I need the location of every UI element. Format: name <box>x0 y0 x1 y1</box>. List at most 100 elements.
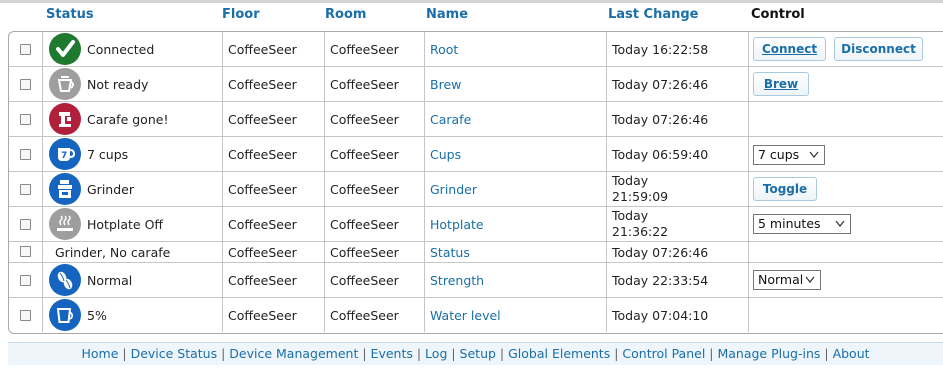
device-name-link[interactable]: Status <box>430 245 470 260</box>
device-name-link[interactable]: Strength <box>430 273 484 288</box>
top-divider <box>0 0 943 3</box>
table-row: Grinder CoffeeSeer CoffeeSeer Grinder To… <box>9 172 943 207</box>
strength-select-value: Normal <box>758 272 804 287</box>
column-header-floor[interactable]: Floor <box>222 7 260 22</box>
hotplate-timer-select[interactable]: 5 minutes <box>753 214 851 234</box>
footer-separator: | <box>118 346 131 361</box>
table-row: Not ready CoffeeSeer CoffeeSeer Brew Tod… <box>9 67 943 102</box>
footer-link-about[interactable]: About <box>833 346 870 361</box>
room-cell: CoffeeSeer <box>330 112 399 127</box>
carafe-icon <box>49 103 81 135</box>
last-change-cell: Today 21:36:22 <box>612 208 668 240</box>
room-cell: CoffeeSeer <box>330 217 399 232</box>
footer-link-global-elements[interactable]: Global Elements <box>508 346 610 361</box>
device-name-link[interactable]: Brew <box>430 77 461 92</box>
last-change-time: 21:59:09 <box>612 189 669 204</box>
last-change-cell: Today 21:59:09 <box>612 173 668 205</box>
room-cell: CoffeeSeer <box>330 245 399 260</box>
table-row: Carafe gone! CoffeeSeer CoffeeSeer Caraf… <box>9 102 943 137</box>
last-change-day: Today <box>612 173 649 188</box>
hotplate-icon <box>49 208 81 240</box>
floor-cell: CoffeeSeer <box>228 147 297 162</box>
disconnect-button[interactable]: Disconnect <box>834 37 923 61</box>
footer-separator: | <box>412 346 426 361</box>
floor-cell: CoffeeSeer <box>228 273 297 288</box>
strength-select[interactable]: Normal <box>753 270 821 290</box>
column-header-room[interactable]: Room <box>325 7 366 22</box>
column-header-status[interactable]: Status <box>46 7 94 22</box>
last-change-cell: Today 07:26:46 <box>612 245 709 260</box>
table-header: Status Floor Room Name Last Change Contr… <box>0 5 943 25</box>
chevron-down-icon <box>809 151 819 158</box>
table-row: Connected CoffeeSeer CoffeeSeer Root Tod… <box>9 32 943 67</box>
last-change-cell: Today 16:22:58 <box>612 42 709 57</box>
footer-separator: | <box>358 346 371 361</box>
footer-link-setup[interactable]: Setup <box>460 346 496 361</box>
svg-text:7: 7 <box>61 151 67 161</box>
room-cell: CoffeeSeer <box>330 77 399 92</box>
floor-cell: CoffeeSeer <box>228 245 297 260</box>
room-cell: CoffeeSeer <box>330 273 399 288</box>
footer-link-device-management[interactable]: Device Management <box>229 346 358 361</box>
last-change-cell: Today 06:59:40 <box>612 147 709 162</box>
footer-link-home[interactable]: Home <box>81 346 118 361</box>
column-header-control: Control <box>751 7 805 22</box>
floor-cell: CoffeeSeer <box>228 112 297 127</box>
row-checkbox[interactable] <box>20 184 31 195</box>
floor-cell: CoffeeSeer <box>228 42 297 57</box>
grinder-icon <box>49 173 81 205</box>
table-row: 5% CoffeeSeer CoffeeSeer Water level Tod… <box>9 298 943 332</box>
connect-button[interactable]: Connect <box>753 37 826 61</box>
row-checkbox[interactable] <box>20 219 31 230</box>
device-name-link[interactable]: Cups <box>430 147 461 162</box>
footer-separator: | <box>705 346 718 361</box>
status-text: Hotplate Off <box>87 217 164 232</box>
status-text: 7 cups <box>87 147 129 162</box>
status-text: Grinder, No carafe <box>55 245 171 260</box>
table-row: Normal CoffeeSeer CoffeeSeer Strength To… <box>9 263 943 298</box>
last-change-cell: Today 22:33:54 <box>612 273 709 288</box>
status-text: Grinder <box>87 182 134 197</box>
device-name-link[interactable]: Hotplate <box>430 217 484 232</box>
column-header-last-change[interactable]: Last Change <box>608 7 698 22</box>
brew-button[interactable]: Brew <box>753 72 809 96</box>
footer-link-log[interactable]: Log <box>425 346 447 361</box>
device-name-link[interactable]: Water level <box>430 308 501 323</box>
check-icon <box>49 33 81 65</box>
last-change-cell: Today 07:26:46 <box>612 77 709 92</box>
column-header-name[interactable]: Name <box>426 7 468 22</box>
device-name-link[interactable]: Root <box>430 42 458 57</box>
coffee-pot-icon <box>49 68 81 100</box>
row-checkbox[interactable] <box>20 310 31 321</box>
last-change-day: Today <box>612 208 649 223</box>
floor-cell: CoffeeSeer <box>228 217 297 232</box>
floor-cell: CoffeeSeer <box>228 308 297 323</box>
row-checkbox[interactable] <box>20 246 31 257</box>
footer-nav: Home | Device Status | Device Management… <box>8 342 943 365</box>
row-checkbox[interactable] <box>20 114 31 125</box>
footer-link-events[interactable]: Events <box>371 346 413 361</box>
table-row: 7 7 cups CoffeeSeer CoffeeSeer Cups Toda… <box>9 137 943 172</box>
device-name-link[interactable]: Carafe <box>430 112 471 127</box>
toggle-button[interactable]: Toggle <box>753 177 817 201</box>
row-checkbox[interactable] <box>20 275 31 286</box>
row-checkbox[interactable] <box>20 149 31 160</box>
row-checkbox[interactable] <box>20 44 31 55</box>
water-cup-icon <box>49 299 81 331</box>
row-checkbox[interactable] <box>20 79 31 90</box>
last-change-cell: Today 07:26:46 <box>612 112 709 127</box>
status-text: Normal <box>87 273 133 288</box>
status-text: Connected <box>87 42 155 57</box>
floor-cell: CoffeeSeer <box>228 77 297 92</box>
footer-link-manage-plugins[interactable]: Manage Plug-ins <box>717 346 820 361</box>
table-row: Hotplate Off CoffeeSeer CoffeeSeer Hotpl… <box>9 207 943 242</box>
room-cell: CoffeeSeer <box>330 147 399 162</box>
device-name-link[interactable]: Grinder <box>430 182 477 197</box>
coffee-beans-icon <box>49 264 81 296</box>
footer-separator: | <box>495 346 509 361</box>
footer-link-device-status[interactable]: Device Status <box>131 346 218 361</box>
footer-link-control-panel[interactable]: Control Panel <box>622 346 705 361</box>
room-cell: CoffeeSeer <box>330 308 399 323</box>
cups-select[interactable]: 7 cups <box>753 145 825 165</box>
chevron-down-icon <box>835 220 845 227</box>
